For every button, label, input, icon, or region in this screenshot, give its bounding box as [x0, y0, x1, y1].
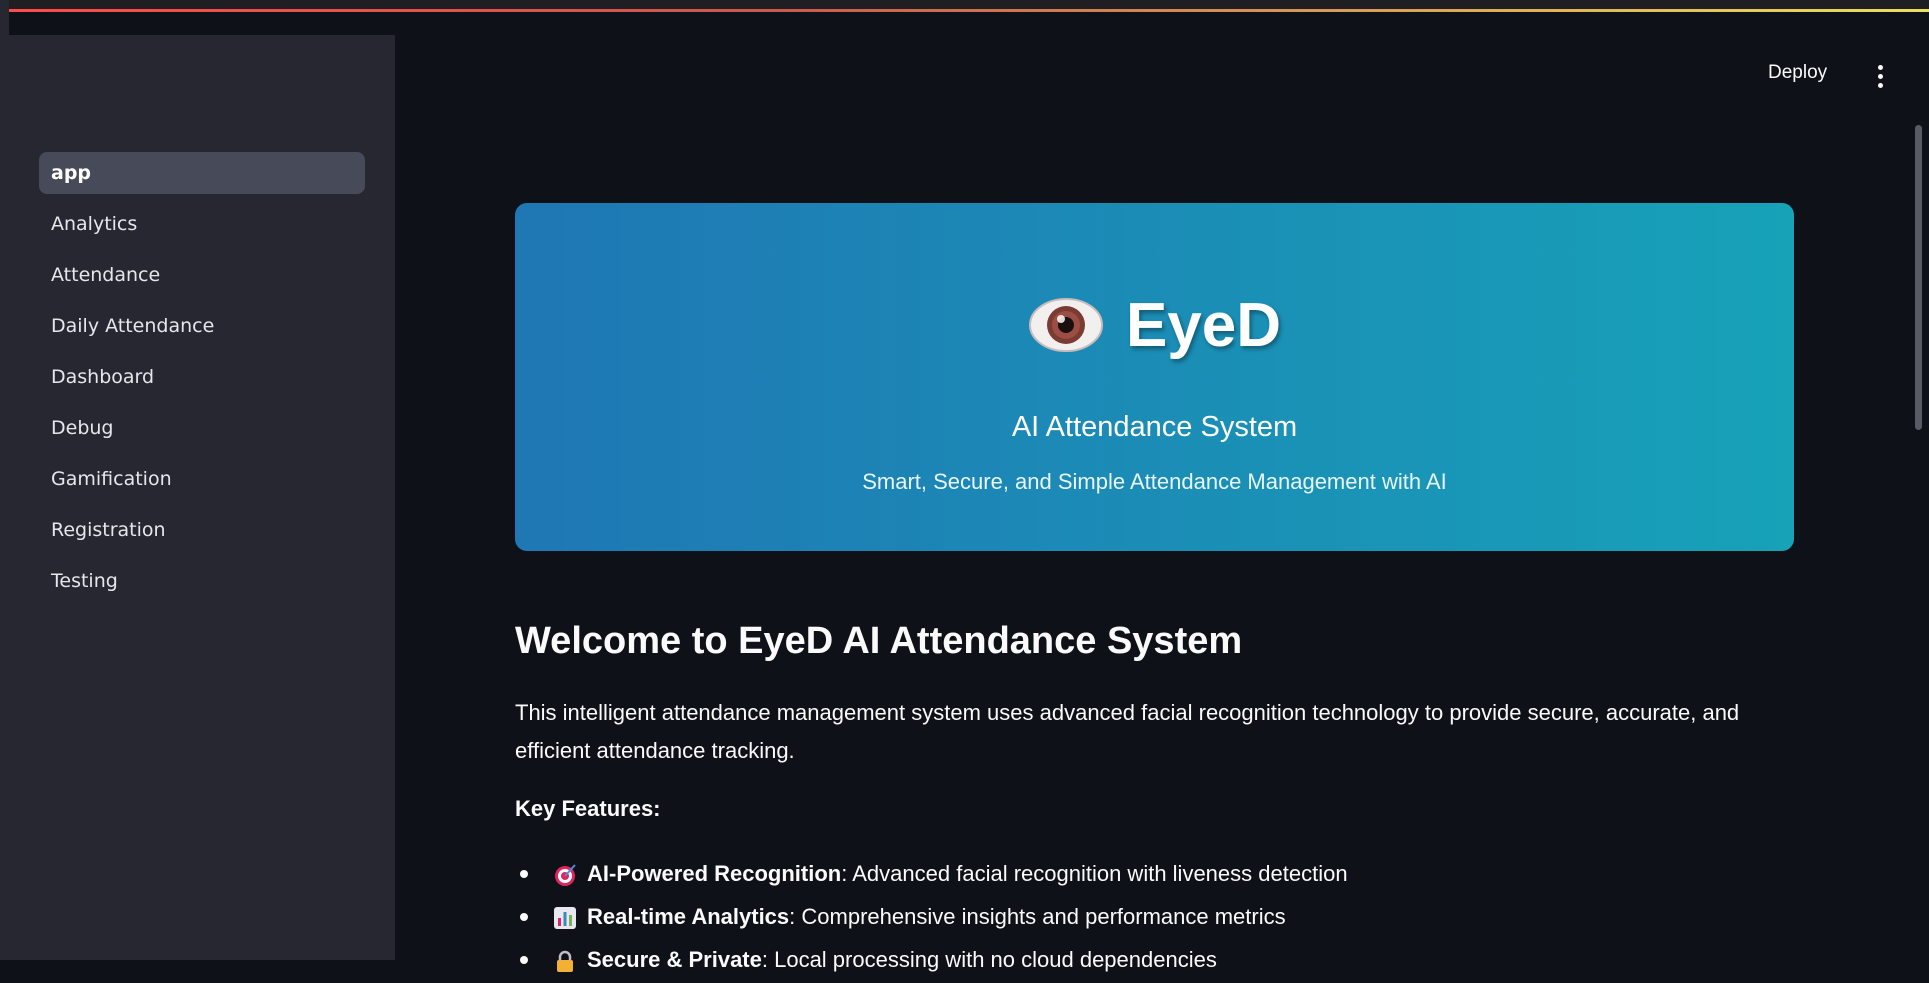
target-icon [555, 864, 576, 886]
sidebar-nav: app Analytics Attendance Daily Attendanc… [39, 152, 365, 611]
intro-paragraph: This intelligent attendance management s… [515, 700, 1740, 763]
sidebar-item-dashboard[interactable]: Dashboard [39, 356, 365, 398]
sidebar-item-testing[interactable]: Testing [39, 560, 365, 602]
list-item: Secure & Private: Local processing with … [515, 940, 1805, 983]
eye-icon [1028, 298, 1103, 352]
hero-subtitle: AI Attendance System [1011, 411, 1298, 443]
hero-title: EyeD [1125, 290, 1282, 360]
sidebar-item-analytics[interactable]: Analytics [39, 203, 365, 245]
top-progress-bar [0, 0, 1929, 12]
page-title: Welcome to EyeD AI Attendance System [515, 620, 1243, 662]
sidebar-item-attendance[interactable]: Attendance [39, 254, 365, 296]
sidebar: app Analytics Attendance Daily Attendanc… [9, 35, 395, 960]
bar-chart-icon [554, 907, 576, 929]
features-list: AI-Powered Recognition: Advanced facial … [515, 854, 1805, 983]
sidebar-item-gamification[interactable]: Gamification [39, 458, 365, 500]
scrollbar[interactable] [1915, 125, 1922, 430]
deploy-button[interactable]: Deploy [1768, 62, 1827, 84]
hero-title-row: EyeD [515, 285, 1794, 365]
sidebar-item-registration[interactable]: Registration [39, 509, 365, 551]
more-vertical-icon[interactable] [1870, 65, 1890, 91]
feature-description: : Advanced facial recognition with liven… [841, 861, 1348, 886]
list-item: AI-Powered Recognition: Advanced facial … [515, 854, 1805, 897]
feature-title: AI-Powered Recognition [587, 861, 842, 886]
feature-description: : Comprehensive insights and performance… [789, 904, 1286, 929]
hero-banner: EyeD AI Attendance System Smart, Secure,… [515, 203, 1794, 551]
lock-icon [557, 950, 573, 972]
window-edge [0, 0, 9, 960]
sidebar-item-app[interactable]: app [39, 152, 365, 194]
hero-tagline: Smart, Secure, and Simple Attendance Man… [862, 469, 1447, 494]
feature-title: Real-time Analytics [587, 904, 790, 929]
sidebar-item-daily-attendance[interactable]: Daily Attendance [39, 305, 365, 347]
list-item: Real-time Analytics: Comprehensive insig… [515, 897, 1805, 940]
sidebar-item-debug[interactable]: Debug [39, 407, 365, 449]
key-features-heading: Key Features: [515, 796, 661, 821]
